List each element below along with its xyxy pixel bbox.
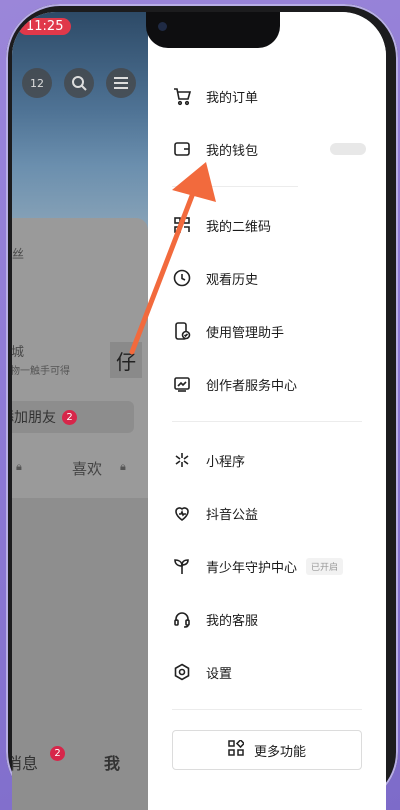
menu-item-settings[interactable]: 设置 [148, 652, 386, 692]
youth-guard-status-badge: 已开启 [306, 557, 344, 575]
menu-item-creator-center[interactable]: 创作者服务中心 [148, 364, 386, 404]
fans-label: 丝 [12, 247, 25, 261]
search-icon[interactable] [64, 68, 94, 98]
add-friend-badge: 2 [62, 409, 77, 425]
menu-label-youth-guard: 青少年守护中心 [206, 560, 298, 576]
divider [172, 709, 362, 710]
profile-banner [12, 12, 148, 232]
camera [158, 22, 167, 31]
profile-page: 11:25 12 丝 商城 好物一触手可得 仔 添加朋友 2 🔒︎ 喜欢 🔒︎ … [12, 12, 148, 810]
phone-check-icon [172, 321, 192, 341]
notch [146, 12, 280, 48]
menu-item-youth-guard[interactable]: 青少年守护中心 已开启 [148, 546, 386, 586]
status-time: 11:25 [18, 18, 72, 35]
profile-top-icons: 12 [22, 68, 136, 98]
asterisk-icon [172, 450, 192, 470]
screen: 11:25 12 丝 商城 好物一触手可得 仔 添加朋友 2 🔒︎ 喜欢 🔒︎ … [12, 12, 386, 810]
menu-item-qrcode[interactable]: 我的二维码 [148, 205, 386, 245]
mall-title: 商城 [12, 345, 25, 360]
nav-messages[interactable]: 消息 [12, 750, 38, 774]
partial-icon-button[interactable]: 仔 [110, 342, 142, 378]
menu-label-settings: 设置 [206, 666, 233, 682]
sprout-icon [172, 556, 192, 576]
menu-label-customer-service: 我的客服 [206, 613, 259, 629]
menu-label-usage-assistant: 使用管理助手 [206, 325, 285, 341]
wallet-balance-blur [330, 143, 366, 155]
headset-icon [172, 609, 192, 629]
menu-item-customer-service[interactable]: 我的客服 [148, 599, 386, 639]
menu-label-wallet: 我的钱包 [206, 143, 259, 159]
menu-item-orders[interactable]: 我的订单 [148, 76, 386, 116]
grid-icon [228, 738, 246, 760]
heart-icon [172, 503, 192, 523]
menu-item-usage-assistant[interactable]: 使用管理助手 [148, 311, 386, 351]
menu-icon[interactable] [106, 68, 136, 98]
menu-label-creator-center: 创作者服务中心 [206, 378, 298, 394]
menu-item-mini-programs[interactable]: 小程序 [148, 440, 386, 480]
wallet-icon [172, 139, 192, 159]
more-features-button[interactable]: 更多功能 [172, 730, 362, 770]
chart-icon [172, 374, 192, 394]
menu-label-mini-programs: 小程序 [206, 454, 246, 470]
menu-label-orders: 我的订单 [206, 90, 259, 106]
likes-lock-icon: 🔒︎ [120, 460, 126, 473]
qrcode-icon [172, 215, 192, 235]
clock-icon [172, 268, 192, 288]
add-friend-label: 添加朋友 [12, 410, 56, 426]
menu-label-qrcode: 我的二维码 [206, 219, 272, 235]
nav-me[interactable]: 我 [104, 750, 120, 774]
lock-icon: 🔒︎ [16, 460, 22, 473]
divider [172, 421, 362, 422]
more-features-label: 更多功能 [253, 744, 306, 760]
menu-label-history: 观看历史 [206, 272, 259, 288]
notice-count-button[interactable]: 12 [22, 68, 52, 98]
menu-label-charity: 抖音公益 [206, 507, 259, 523]
divider [172, 186, 298, 187]
nav-messages-badge: 2 [50, 746, 65, 761]
add-friend-button[interactable]: 添加朋友 2 [12, 401, 134, 433]
menu-item-charity[interactable]: 抖音公益 [148, 493, 386, 533]
tab-likes[interactable]: 喜欢 [72, 458, 102, 479]
hexagon-gear-icon [172, 662, 192, 682]
side-drawer: 我的订单 我的钱包 我的二维码 观看历史 使用管理助手 创作者服务中心 小程序 … [148, 12, 386, 810]
menu-item-history[interactable]: 观看历史 [148, 258, 386, 298]
bottom-nav: 消息 2 我 [12, 736, 148, 786]
mall-subtitle: 好物一触手可得 [12, 366, 70, 377]
cart-icon [172, 86, 192, 106]
